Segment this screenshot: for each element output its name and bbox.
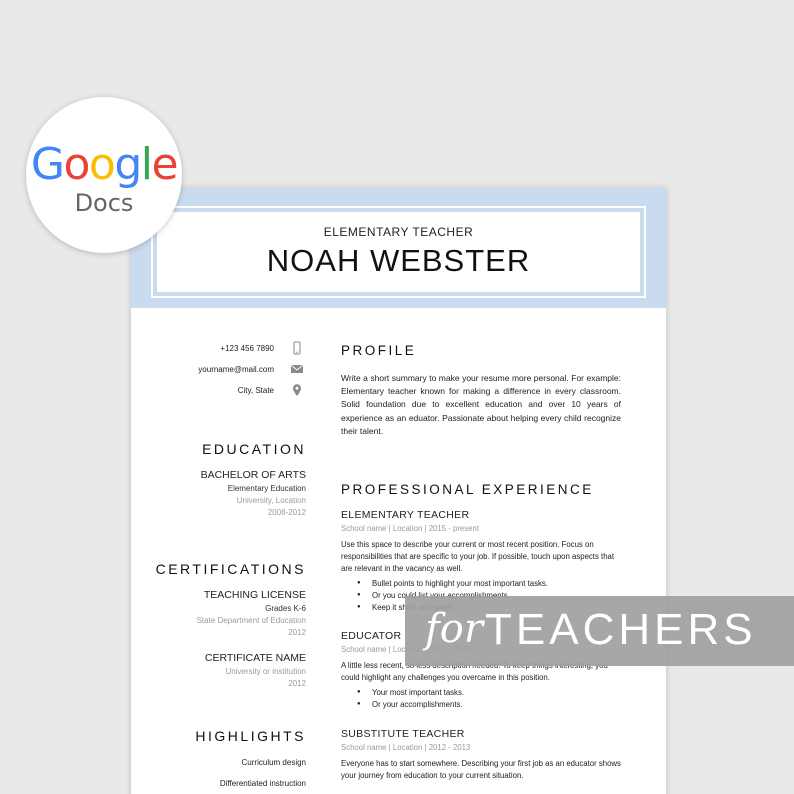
certification-year: 2012 [288,679,306,688]
job-title: SUBSTITUTE TEACHER [341,727,465,740]
contact-location: City, State [151,380,306,401]
mail-icon [290,364,304,373]
job-meta: School name | Location | 2012 - 2013 [341,742,471,752]
certification-grades: Grades K-6 [265,604,306,613]
google-letter: l [140,139,153,190]
for-teachers-banner: for TEACHERS [405,596,794,666]
certification-issuer: State Department of Education [196,616,306,625]
highlights-section: HIGHLIGHTS Curriculum design Differentia… [151,728,306,788]
job-description: Everyone has to start somewhere. Describ… [341,758,621,780]
header-frame: ELEMENTARY TEACHER NOAH WEBSTER [151,206,646,298]
contact-email: yourname@mail.com [151,359,306,380]
certification-name: CERTIFICATE NAME [204,652,306,664]
job-description: Use this space to describe your current … [341,540,615,573]
contact-phone-text: +123 456 7890 [220,344,274,353]
google-letter: o [88,139,116,190]
profile-section: PROFILE Write a short summary to make yo… [341,343,621,438]
certifications-section: CERTIFICATIONS TEACHING LICENSE Grades K… [151,561,306,688]
location-icon [293,384,301,396]
contact-list: +123 456 7890 yourname@mail.com City, St… [151,338,306,401]
education-degree: BACHELOR OF ARTS [200,469,306,481]
google-letter: G [30,139,65,190]
left-column: +123 456 7890 yourname@mail.com City, St… [151,338,306,788]
certification-issuer: University or institution [225,667,306,676]
job-bullets: Your most important tasks. Or your accom… [341,687,621,711]
phone-icon [293,341,301,355]
profile-heading: PROFILE [341,343,417,358]
contact-phone: +123 456 7890 [151,338,306,359]
job-meta: School name | Location | 2015 - present [341,524,479,534]
job-entry: SUBSTITUTE TEACHER School name | Locatio… [341,728,621,782]
contact-email-text: yourname@mail.com [198,365,274,374]
job-bullet: Or your accomplishments. [341,699,621,711]
candidate-name: NOAH WEBSTER [266,243,531,278]
resume-page: ELEMENTARY TEACHER NOAH WEBSTER +123 456… [131,188,666,794]
certifications-heading: CERTIFICATIONS [155,561,306,577]
education-heading: EDUCATION [202,441,306,457]
experience-heading: PROFESSIONAL EXPERIENCE [341,482,594,498]
job-title: ELEMENTARY TEACHER [323,225,474,239]
docs-label: Docs [74,189,134,217]
header-box: ELEMENTARY TEACHER NOAH WEBSTER [157,212,640,292]
job-bullet: Your most important tasks. [341,687,621,699]
banner-teachers-text: TEACHERS [485,605,757,654]
highlight-item: Curriculum design [241,758,306,767]
contact-location-text: City, State [237,386,274,395]
google-letter: o [63,139,91,190]
certification-name: TEACHING LICENSE [203,589,306,601]
google-docs-badge: Google Docs [26,97,182,253]
education-field: Elementary Education [227,484,306,493]
google-letter: g [114,139,142,190]
job-title: ELEMENTARY TEACHER [341,509,470,522]
right-column: PROFILE Write a short summary to make yo… [341,343,621,782]
highlight-item: Differentiated instruction [219,779,306,788]
google-letter: e [151,139,179,190]
highlights-heading: HIGHLIGHTS [195,728,306,744]
certification-year: 2012 [288,628,306,637]
job-bullet: Bullet points to highlight your most imp… [341,578,621,590]
education-years: 2008-2012 [267,508,306,517]
google-logo: Google [26,141,182,189]
education-school: University, Location [236,496,306,505]
education-section: EDUCATION BACHELOR OF ARTS Elementary Ed… [151,441,306,517]
banner-for-text: for [425,606,484,652]
profile-text: Write a short summary to make your resum… [341,373,621,436]
header-band: ELEMENTARY TEACHER NOAH WEBSTER [131,188,666,308]
